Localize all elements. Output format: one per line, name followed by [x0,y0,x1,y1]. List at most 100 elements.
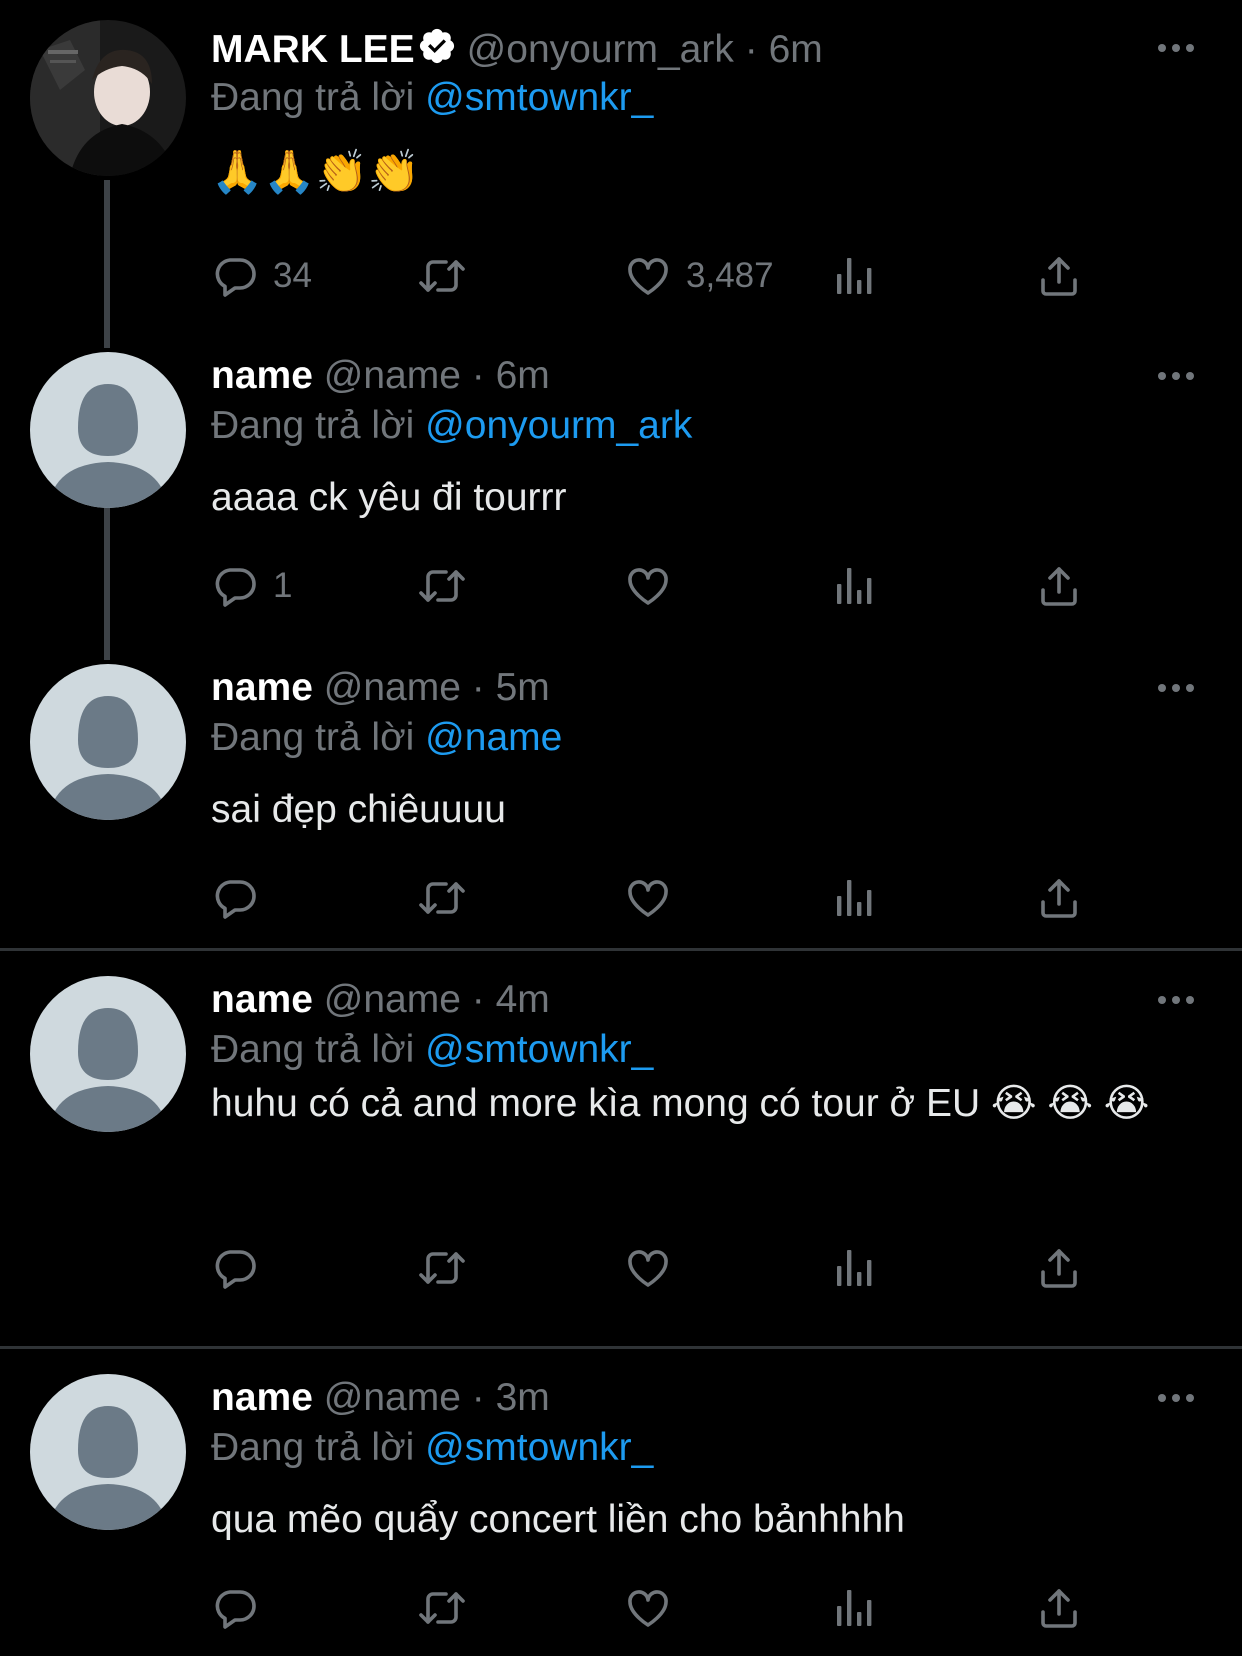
display-name[interactable]: name [211,978,313,1021]
retweet-icon [414,874,470,922]
mention-link[interactable]: @smtownkr_ [425,76,653,119]
tweet-text: huhu có cả and more kìa mong có tour ở E… [211,1082,1150,1125]
like-icon [624,874,672,922]
like-button[interactable]: 3,487 [624,246,774,306]
reply-context: Đang trả lời @onyourm_ark [211,400,692,452]
tweet-reply[interactable]: name @name · 5m Đang trả lời @name sai đ… [0,660,1242,950]
like-icon [624,562,672,610]
like-icon [624,1244,672,1292]
handle[interactable]: @onyourm_ark [467,28,734,71]
analytics-button[interactable] [830,556,878,616]
mention-link[interactable]: @onyourm_ark [425,404,692,447]
timestamp[interactable]: 6m [496,354,550,397]
more-icon[interactable] [1158,990,1198,1010]
analytics-icon [830,1244,878,1292]
share-button[interactable] [1035,556,1083,616]
retweet-button[interactable] [414,868,470,928]
share-icon [1035,874,1083,922]
avatar-mark-lee[interactable] [30,20,186,176]
reply-prefix: Đang trả lời [211,1028,415,1071]
reply-context: Đang trả lời @name [211,712,562,764]
like-button[interactable] [624,868,672,928]
mention-link[interactable]: @smtownkr_ [425,1028,653,1071]
tweet-text: qua mẽo quẩy concert liền cho bảnhhhh [211,1498,905,1541]
handle[interactable]: @name [324,354,461,397]
share-button[interactable] [1035,1238,1083,1298]
reply-prefix: Đang trả lời [211,76,415,119]
reply-prefix: Đang trả lời [211,404,415,447]
retweet-icon [414,1584,470,1632]
tweet-header: name @name · 5m [211,658,550,718]
like-button[interactable] [624,556,672,616]
action-bar: 1 [211,556,1111,616]
tweet-reply[interactable]: name @name · 6m Đang trả lời @onyourm_ar… [0,348,1242,648]
tweet-reply[interactable]: name @name · 4m Đang trả lời @smtownkr_ … [0,972,1242,1342]
share-icon [1035,1584,1083,1632]
timestamp[interactable]: 4m [496,978,550,1021]
mention-link[interactable]: @smtownkr_ [425,1426,653,1469]
reply-count: 34 [273,256,312,295]
analytics-button[interactable] [830,246,878,306]
reply-icon [211,1244,259,1292]
retweet-button[interactable] [414,556,470,616]
tweet-header: name @name · 6m [211,346,550,406]
handle[interactable]: @name [324,978,461,1021]
timestamp[interactable]: 6m [769,28,823,71]
retweet-icon [414,1244,470,1292]
share-button[interactable] [1035,868,1083,928]
analytics-button[interactable] [830,1578,878,1638]
tweet-mark-lee[interactable]: MARK LEE @onyourm_ark · 6m Đang trả lời @… [0,20,1242,320]
more-icon[interactable] [1158,38,1198,58]
share-icon [1035,252,1083,300]
reply-button[interactable] [211,1578,259,1638]
avatar-default[interactable] [30,1374,186,1530]
like-icon [624,252,672,300]
avatar-default[interactable] [30,976,186,1132]
separator-dot: · [744,28,758,71]
reply-context: Đang trả lời @smtownkr_ [211,72,653,124]
retweet-icon [414,252,470,300]
divider [0,1346,1242,1349]
reply-button[interactable] [211,868,259,928]
analytics-button[interactable] [830,1238,878,1298]
display-name[interactable]: name [211,1376,313,1419]
more-icon[interactable] [1158,1388,1198,1408]
timestamp[interactable]: 5m [496,666,550,709]
separator-dot: · [471,354,485,397]
like-button[interactable] [624,1578,672,1638]
mention-link[interactable]: @name [425,716,562,759]
share-button[interactable] [1035,1578,1083,1638]
avatar-default[interactable] [30,352,186,508]
share-button[interactable] [1035,246,1083,306]
tweet-reply[interactable]: name @name · 3m Đang trả lời @smtownkr_ … [0,1370,1242,1656]
like-button[interactable] [624,1238,672,1298]
display-name[interactable]: name [211,354,313,397]
action-bar [211,1578,1111,1638]
tweet-header: name @name · 3m [211,1368,550,1428]
analytics-button[interactable] [830,868,878,928]
like-count: 3,487 [686,256,774,295]
timestamp[interactable]: 3m [496,1376,550,1419]
reply-context: Đang trả lời @smtownkr_ [211,1422,653,1474]
reply-icon [211,874,259,922]
display-name[interactable]: name [211,666,313,709]
avatar-default[interactable] [30,664,186,820]
handle[interactable]: @name [324,666,461,709]
handle[interactable]: @name [324,1376,461,1419]
display-name[interactable]: MARK LEE [211,28,415,71]
reply-button[interactable]: 1 [211,556,292,616]
reply-icon [211,252,259,300]
retweet-button[interactable] [414,1578,470,1638]
analytics-icon [830,1584,878,1632]
action-bar: 34 3,487 [211,246,1111,306]
more-icon[interactable] [1158,678,1198,698]
reply-button[interactable] [211,1238,259,1298]
retweet-icon [414,562,470,610]
retweet-button[interactable] [414,246,470,306]
separator-dot: · [471,666,485,709]
reply-button[interactable]: 34 [211,246,312,306]
retweet-button[interactable] [414,1238,470,1298]
reply-context: Đang trả lời @smtownkr_ [211,1024,653,1076]
separator-dot: · [471,978,485,1021]
more-icon[interactable] [1158,366,1198,386]
